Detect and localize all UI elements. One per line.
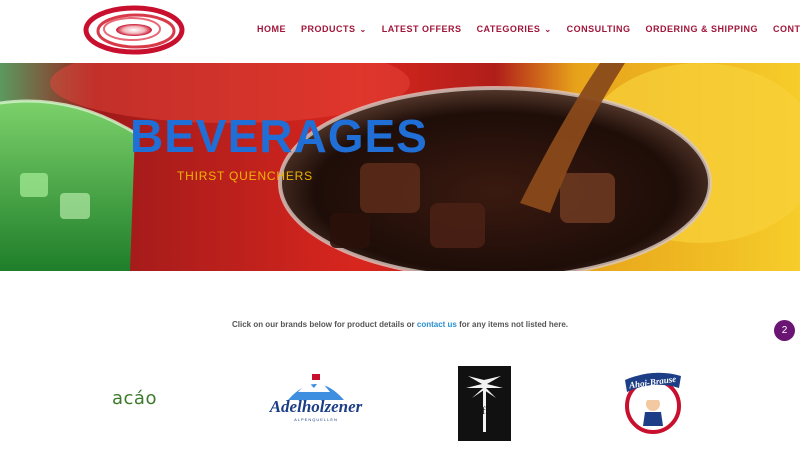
site-logo[interactable]: [82, 4, 186, 56]
brand-ahoj-brause-logo[interactable]: Ahoj-Brause: [623, 366, 683, 434]
nav-home-label: HOME: [257, 24, 286, 34]
nav-categories-label: CATEGORIES: [476, 24, 541, 34]
chevron-down-icon: ⌄: [359, 24, 367, 34]
nav-consulting[interactable]: CONSULTING: [567, 24, 631, 34]
hero-image: [0, 63, 800, 271]
nav-latest-offers-label: LATEST OFFERS: [381, 24, 462, 34]
contact-us-link[interactable]: contact us: [417, 320, 457, 329]
nav-products[interactable]: PRODUCTS ⌄: [301, 24, 367, 34]
brand-acao-logo[interactable]: acáo: [112, 388, 157, 409]
adelholzener-subline: ALPENQUELLEN: [294, 417, 338, 422]
intro-text-start: Click on our brands below for product de…: [231, 320, 417, 329]
nav-home[interactable]: HOME: [257, 24, 286, 34]
chevron-down-icon: ⌄: [544, 24, 552, 34]
nav-contact-us-label: CONTACT US: [772, 24, 800, 34]
main-nav: HOME PRODUCTS ⌄ LATEST OFFERS CATEGORIES ⌄…: [257, 24, 800, 34]
nav-consulting-label: CONSULTING: [566, 24, 631, 34]
palm-tree-icon: afri: [466, 376, 503, 432]
brand-adelholzener-logo[interactable]: Adelholzener ALPENQUELLEN: [268, 372, 364, 426]
nav-ordering-shipping[interactable]: ORDERING & SHIPPING: [645, 24, 758, 34]
adelholzener-wordmark: Adelholzener: [269, 397, 363, 416]
hero-title: BEVERAGES: [130, 110, 428, 162]
hero-banner: BEVERAGES THIRST QUENCHERS: [0, 63, 800, 271]
nav-latest-offers[interactable]: LATEST OFFERS: [382, 24, 462, 34]
nav-products-label: PRODUCTS: [301, 24, 356, 34]
brands-intro-text: Click on our brands below for product de…: [0, 320, 800, 329]
notification-badge[interactable]: 2: [774, 320, 795, 341]
nav-contact-us[interactable]: CONTACT US: [773, 24, 800, 34]
hero-subtitle: THIRST QUENCHERS: [177, 169, 313, 183]
site-header: HOME PRODUCTS ⌄ LATEST OFFERS CATEGORIES ⌄…: [0, 0, 800, 63]
nav-categories[interactable]: CATEGORIES ⌄: [477, 24, 552, 34]
afri-wordmark: afri: [478, 406, 492, 417]
intro-text-end: for any items not listed here.: [456, 320, 569, 329]
brand-afri-logo[interactable]: afri: [458, 366, 511, 441]
nav-ordering-shipping-label: ORDERING & SHIPPING: [645, 24, 758, 34]
